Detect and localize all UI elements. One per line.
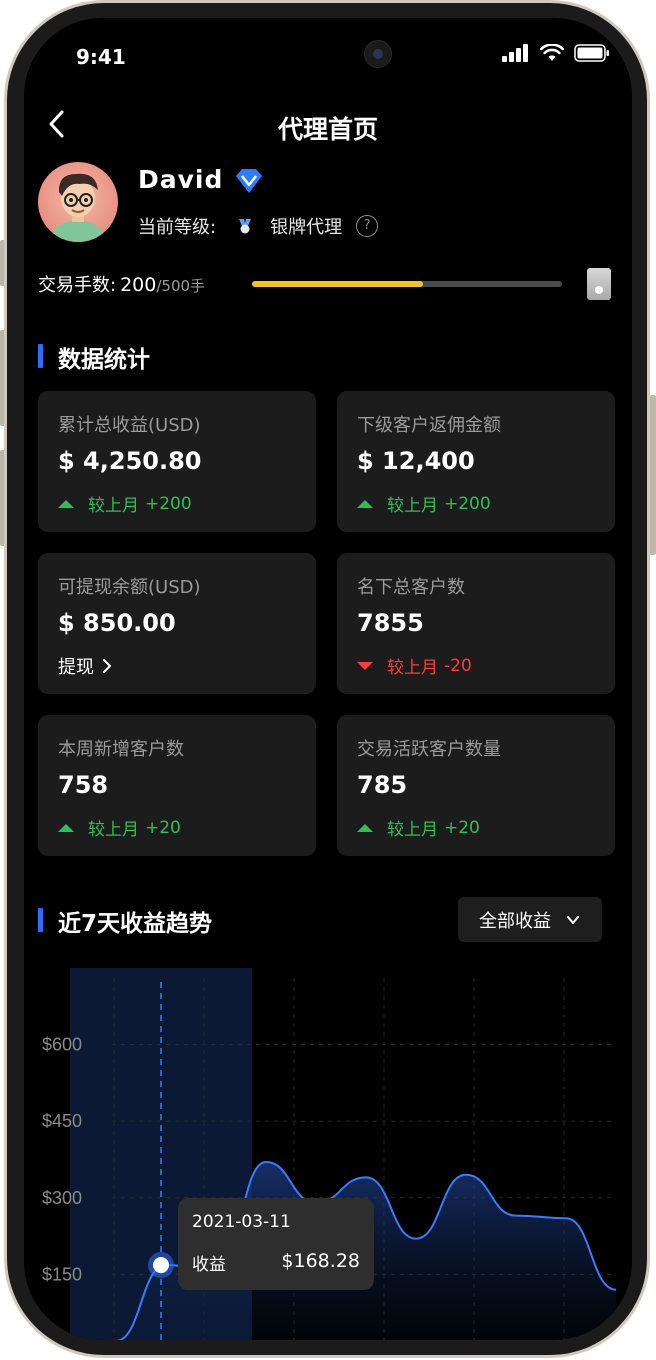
y-tick-label: $450 <box>42 1111 82 1131</box>
card-trend: 较上月 -20 <box>357 653 472 678</box>
page-title: 代理首页 <box>277 115 378 144</box>
card-label: 下级客户返佣金额 <box>357 415 501 436</box>
trend-up-icon <box>58 823 74 832</box>
card-trend: 较上月 +20 <box>357 815 480 840</box>
card-value: $ 12,400 <box>357 447 475 475</box>
help-icon[interactable]: ? <box>356 215 379 237</box>
card-label: 交易活跃客户数量 <box>357 739 501 760</box>
card-value: $ 4,250.80 <box>58 447 202 475</box>
card-value: 785 <box>357 771 408 799</box>
filter-label: 全部收益 <box>479 910 551 932</box>
card-trend: 较上月 +200 <box>58 491 192 516</box>
signal-icon <box>502 44 528 62</box>
status-icons <box>502 44 610 62</box>
level-label: 当前等级: <box>138 217 217 238</box>
card-label: 可提现余额(USD) <box>58 577 201 598</box>
card-value: 758 <box>58 771 109 799</box>
trend-section-title: 近7天收益趋势 <box>38 904 212 938</box>
trend-label: 较上月 <box>387 496 438 516</box>
card-trend: 较上月 +20 <box>58 815 181 840</box>
trend-label: 较上月 <box>387 820 438 840</box>
stat-card-active-clients[interactable]: 交易活跃客户数量 785 较上月 +20 <box>337 715 615 856</box>
trend-label: 较上月 <box>88 496 139 516</box>
diamond-badge-icon <box>236 169 262 193</box>
withdraw-label: 提现 <box>58 657 94 678</box>
trend-value: +20 <box>444 817 480 838</box>
status-bar: 9:41 <box>24 18 632 88</box>
card-label: 名下总客户数 <box>357 577 465 598</box>
y-tick-label: $300 <box>42 1188 82 1208</box>
card-value: 7855 <box>357 609 424 637</box>
stats-section-title: 数据统计 <box>38 340 150 374</box>
y-tick-label: $600 <box>42 1035 82 1055</box>
trend-value: +200 <box>444 493 491 514</box>
trend-up-icon <box>357 499 373 508</box>
y-tick-label: $150 <box>42 1264 82 1284</box>
power-button <box>650 395 656 555</box>
trade-label: 交易手数: <box>38 275 117 296</box>
level-value: 银牌代理 <box>270 217 343 238</box>
trend-label: 较上月 <box>387 658 438 678</box>
tooltip-date: 2021-03-11 <box>192 1212 291 1232</box>
status-time: 9:41 <box>76 45 126 69</box>
stat-card-new-clients-week[interactable]: 本周新增客户数 758 较上月 +20 <box>38 715 316 856</box>
withdraw-link[interactable]: 提现 <box>58 653 116 679</box>
stat-card-total-earnings[interactable]: 累计总收益(USD) $ 4,250.80 较上月 +200 <box>38 391 316 532</box>
trend-value: -20 <box>444 655 472 676</box>
trade-value: 200 <box>120 274 157 296</box>
trade-row: 交易手数: 200 /500手 <box>38 271 205 297</box>
highlight-point[interactable] <box>153 1257 169 1274</box>
wifi-icon <box>540 44 564 61</box>
card-label: 累计总收益(USD) <box>58 415 201 436</box>
avatar-illustration <box>50 173 106 242</box>
trade-progress-fill <box>252 281 423 287</box>
chart-tooltip: 2021-03-11 收益 $168.28 <box>178 1198 374 1290</box>
front-camera <box>364 40 392 68</box>
chevron-right-icon <box>103 659 111 673</box>
screen: 9:41 代理首页 David 当前等级: 银牌代理 ? 交易手数: 200 /… <box>24 18 632 1340</box>
card-trend: 较上月 +200 <box>357 491 491 516</box>
silver-medal-icon <box>239 219 252 234</box>
username: David <box>138 165 224 194</box>
tooltip-value: $168.28 <box>281 1250 360 1272</box>
level-target-badge-icon <box>587 268 611 300</box>
trend-label: 较上月 <box>88 820 139 840</box>
stat-card-total-clients[interactable]: 名下总客户数 7855 较上月 -20 <box>337 553 615 694</box>
trend-value: +200 <box>145 493 192 514</box>
chevron-down-icon <box>567 915 579 924</box>
trend-up-icon <box>357 823 373 832</box>
trade-progress-bar <box>252 281 562 287</box>
trend-value: +20 <box>145 817 181 838</box>
stat-card-rebate-amount[interactable]: 下级客户返佣金额 $ 12,400 较上月 +200 <box>337 391 615 532</box>
earnings-filter-dropdown[interactable]: 全部收益 <box>458 897 602 942</box>
battery-icon <box>574 44 609 62</box>
header: 代理首页 <box>24 104 632 148</box>
trend-up-icon <box>58 499 74 508</box>
stat-card-withdrawable-balance[interactable]: 可提现余额(USD) $ 850.00 提现 <box>38 553 316 694</box>
card-label: 本周新增客户数 <box>58 739 184 760</box>
tooltip-label: 收益 <box>192 1255 226 1275</box>
card-value: $ 850.00 <box>58 609 176 637</box>
trend-down-icon <box>357 661 373 670</box>
trade-max: /500手 <box>156 277 206 295</box>
level-row: 当前等级: 银牌代理 ? <box>138 213 379 239</box>
avatar <box>38 162 118 242</box>
